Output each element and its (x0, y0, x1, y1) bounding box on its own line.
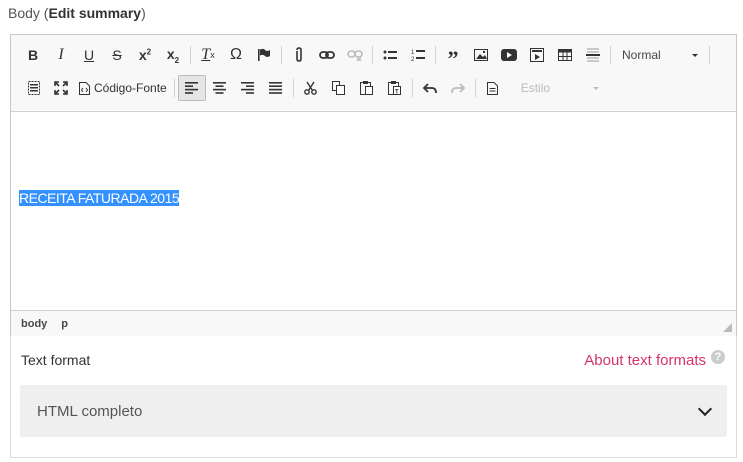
blockquote-icon[interactable]: ” (439, 42, 467, 70)
special-char-icon[interactable]: Ω (222, 42, 250, 68)
chevron-down-icon (697, 401, 713, 416)
resize-grip-icon[interactable] (723, 323, 732, 332)
paste-icon[interactable] (353, 75, 381, 101)
separator (411, 79, 413, 97)
separator (709, 46, 710, 64)
strikethrough-icon[interactable]: S (103, 42, 131, 68)
separator (173, 79, 175, 97)
source-code-label: Código-Fonte (94, 81, 167, 95)
separator (292, 79, 294, 97)
chevron-down-icon (692, 53, 698, 57)
style-combo-value: Estilo (520, 81, 551, 95)
text-format-panel: Text format About text formats ? HTML co… (10, 336, 737, 458)
horizontal-line-icon[interactable] (579, 42, 607, 68)
align-center-icon[interactable] (206, 75, 234, 101)
align-left-icon[interactable] (177, 75, 206, 101)
source-code-button[interactable]: Código-Fonte (75, 75, 171, 101)
source-code-icon (79, 81, 90, 95)
separator (435, 46, 436, 64)
rich-text-editor: B I U S x2 x2 Tx Ω 1 2 ” Normal Código-F… (10, 34, 737, 336)
superscript-icon[interactable]: x2 (131, 42, 159, 68)
svg-text:1: 1 (411, 50, 415, 56)
toolbar-row-2: Código-Fonte T Estilo (19, 74, 607, 102)
format-combo-value: Normal (622, 48, 661, 62)
chevron-down-icon (592, 86, 599, 90)
undo-icon[interactable] (416, 75, 444, 101)
separator (610, 46, 611, 64)
bold-icon[interactable]: B (19, 42, 47, 68)
attachment-icon[interactable] (285, 42, 313, 68)
editor-toolbar: B I U S x2 x2 Tx Ω 1 2 ” Normal Código-F… (11, 35, 736, 112)
text-format-label: Text format (21, 352, 91, 368)
templates-icon[interactable] (479, 75, 507, 101)
help-icon[interactable]: ? (711, 350, 725, 364)
youtube-icon[interactable] (495, 42, 523, 68)
table-icon[interactable] (551, 42, 579, 68)
show-blocks-icon[interactable] (19, 75, 47, 101)
maximize-icon[interactable] (47, 75, 75, 101)
remove-format-icon[interactable]: Tx (194, 42, 222, 68)
elements-path: body p (11, 310, 736, 336)
separator (372, 46, 373, 64)
field-label: Body (Edit summary) (8, 5, 146, 21)
link-icon[interactable] (313, 42, 341, 68)
media-embed-icon[interactable] (523, 42, 551, 68)
bulleted-list-icon[interactable] (376, 42, 404, 68)
path-item-body[interactable]: body (21, 318, 47, 330)
edit-summary-link[interactable]: Edit summary (48, 5, 141, 21)
selected-paragraph[interactable]: RECEITA FATURADA 2015 (19, 190, 180, 206)
image-icon[interactable] (467, 42, 495, 68)
subscript-icon[interactable]: x2 (159, 42, 187, 68)
svg-text:2: 2 (411, 57, 415, 62)
underline-icon[interactable]: U (75, 42, 103, 68)
toolbar-row-1: B I U S x2 x2 Tx Ω 1 2 ” Normal (19, 41, 713, 70)
separator (281, 46, 282, 64)
justify-icon[interactable] (262, 75, 290, 101)
cut-icon[interactable] (297, 75, 325, 101)
svg-text:T: T (395, 90, 399, 96)
unlink-icon[interactable] (341, 42, 369, 68)
separator (474, 79, 476, 97)
align-right-icon[interactable] (234, 75, 262, 101)
text-format-select[interactable]: HTML completo (20, 385, 727, 437)
flag-icon[interactable] (250, 42, 278, 68)
style-combo[interactable]: Estilo (513, 75, 607, 101)
about-text-formats-link[interactable]: About text formats (584, 352, 706, 369)
paste-text-icon[interactable]: T (381, 75, 409, 101)
editor-content[interactable]: RECEITA FATURADA 2015 (11, 112, 736, 310)
separator (190, 46, 191, 64)
text-format-value: HTML completo (37, 402, 143, 420)
path-item-p[interactable]: p (61, 318, 68, 330)
italic-icon[interactable]: I (47, 42, 75, 68)
copy-icon[interactable] (325, 75, 353, 101)
redo-icon[interactable] (444, 75, 472, 101)
numbered-list-icon[interactable]: 12 (404, 42, 432, 68)
field-name: Body (8, 5, 40, 21)
format-combo[interactable]: Normal (614, 42, 706, 68)
